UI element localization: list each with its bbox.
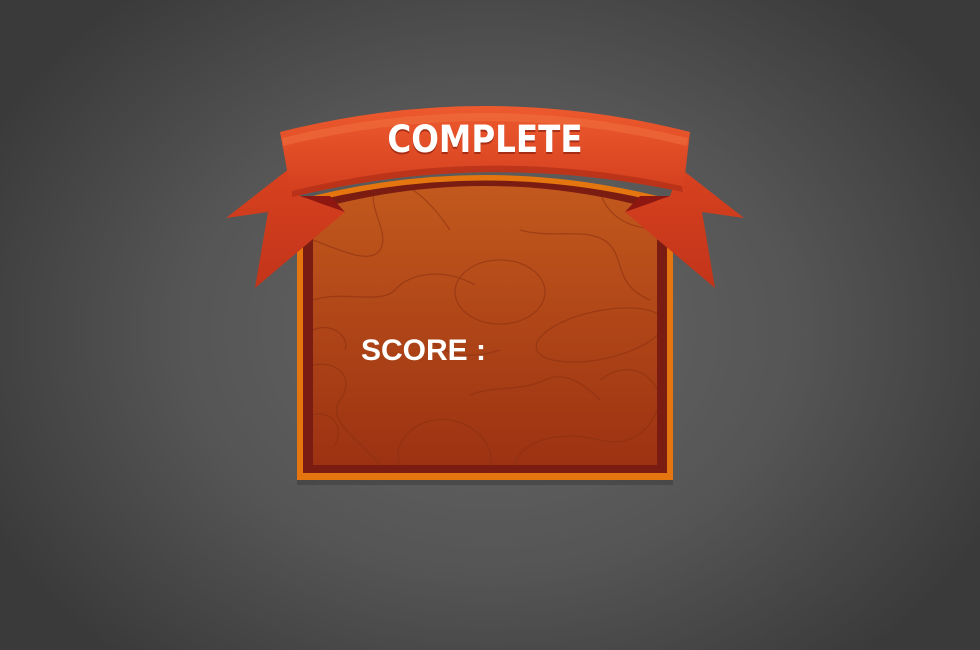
game-screen: COMPLETE SCORE : [0,0,980,650]
score-label: SCORE : [361,334,487,367]
wooden-board [297,175,673,485]
panel-graphic [226,106,744,485]
level-complete-panel: COMPLETE SCORE : [0,0,980,650]
complete-title: COMPLETE [387,118,583,161]
